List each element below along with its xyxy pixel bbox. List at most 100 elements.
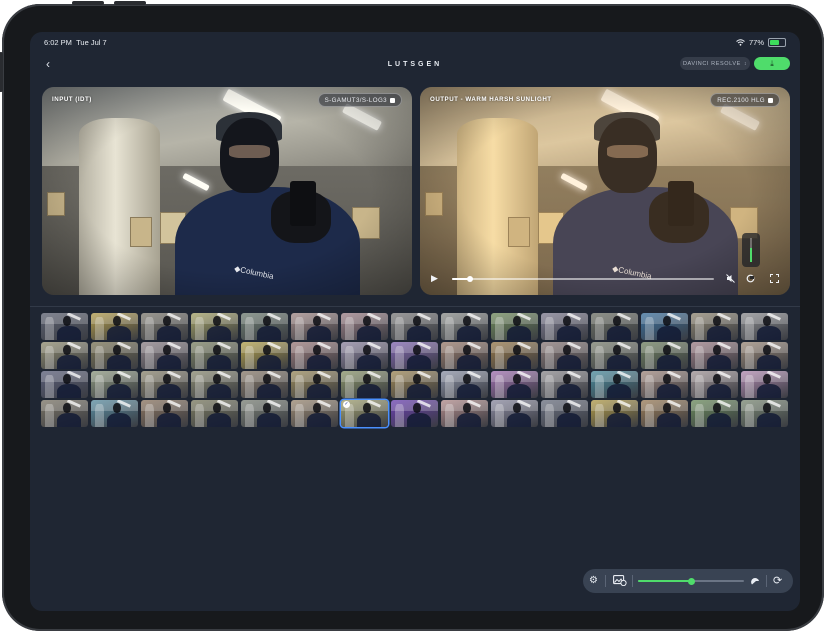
lut-thumbnail[interactable]: [691, 342, 738, 369]
lut-thumbnail[interactable]: [191, 342, 238, 369]
play-icon[interactable]: ▶: [431, 273, 438, 284]
bottom-toolbar: ⚙ ⟳: [583, 569, 793, 593]
lut-thumbnail[interactable]: [141, 371, 188, 398]
lut-thumbnail[interactable]: [191, 313, 238, 340]
lut-thumbnail[interactable]: [641, 313, 688, 340]
lut-thumbnail[interactable]: [741, 342, 788, 369]
chevron-updown-icon: ↕: [743, 60, 748, 67]
download-icon: ⤓: [770, 58, 774, 68]
lut-thumbnail[interactable]: [591, 400, 638, 427]
lut-thumbnail[interactable]: [591, 342, 638, 369]
ipad-frame: 6:02 PM Tue Jul 7 77% ‹ LUTSGEN DAVINCI …: [0, 1, 824, 631]
lut-thumbnail[interactable]: [191, 371, 238, 398]
lut-thumbnail[interactable]: [741, 313, 788, 340]
checkmark-icon: ✓: [343, 401, 350, 408]
toolbar-separator: [766, 575, 767, 587]
lut-thumbnail[interactable]: [441, 400, 488, 427]
photo-settings-icon[interactable]: [613, 575, 627, 586]
output-colorspace: REC.2100 HLG: [717, 96, 765, 104]
lut-thumbnail[interactable]: [141, 342, 188, 369]
lut-thumbnail[interactable]: [491, 371, 538, 398]
status-bar: 6:02 PM Tue Jul 7 77%: [30, 32, 800, 52]
battery-icon: [768, 38, 786, 47]
lut-intensity-slider[interactable]: [638, 577, 744, 585]
lut-thumbnail[interactable]: [491, 400, 538, 427]
lut-thumbnail[interactable]: [691, 400, 738, 427]
input-colorspace-pill[interactable]: S-GAMUT3/S-LOG3: [317, 93, 402, 107]
target-app-label: DAVINCI RESOLVE: [682, 60, 741, 67]
lut-thumbnail[interactable]: [91, 313, 138, 340]
input-label: INPUT (IDT): [52, 96, 92, 103]
fullscreen-icon[interactable]: [770, 274, 779, 283]
output-label: OUTPUT - WARM HARSH SUNLIGHT: [430, 96, 552, 103]
volume-slider[interactable]: [742, 233, 760, 267]
lut-thumbnail[interactable]: [91, 400, 138, 427]
lut-thumbnail[interactable]: ✓: [341, 400, 388, 427]
lut-thumbnail[interactable]: [391, 342, 438, 369]
lut-thumbnail[interactable]: [391, 371, 438, 398]
lut-thumbnail[interactable]: [691, 371, 738, 398]
target-app-dropdown[interactable]: DAVINCI RESOLVE ↕: [680, 57, 750, 70]
app-screen: 6:02 PM Tue Jul 7 77% ‹ LUTSGEN DAVINCI …: [30, 32, 800, 611]
lut-thumbnail[interactable]: [241, 400, 288, 427]
lut-thumbnail[interactable]: [41, 400, 88, 427]
stop-icon: [390, 97, 395, 103]
lut-thumbnail[interactable]: [441, 371, 488, 398]
lut-thumbnail[interactable]: [41, 313, 88, 340]
lut-thumbnail[interactable]: [291, 313, 338, 340]
lut-thumbnail[interactable]: [691, 313, 738, 340]
lut-thumbnail[interactable]: [741, 400, 788, 427]
playback-scrubber[interactable]: [452, 276, 714, 282]
lut-thumbnail[interactable]: [341, 371, 388, 398]
lut-thumbnail[interactable]: [341, 342, 388, 369]
lut-thumbnail[interactable]: [541, 313, 588, 340]
lut-thumbnail[interactable]: [391, 400, 438, 427]
lut-thumbnail[interactable]: [91, 371, 138, 398]
lut-thumbnail[interactable]: [241, 313, 288, 340]
lut-thumbnail[interactable]: [491, 342, 538, 369]
lut-thumbnail[interactable]: [291, 342, 338, 369]
navigation-bar: ‹ LUTSGEN DAVINCI RESOLVE ↕ ⤓: [30, 52, 800, 76]
mute-icon[interactable]: [726, 274, 735, 283]
lut-thumbnail[interactable]: [641, 371, 688, 398]
brightness-icon[interactable]: [750, 575, 761, 586]
input-preview: ◆Columbia INPUT (IDT) S-GAMUT3/S-LOG3: [42, 87, 412, 295]
lut-thumbnail[interactable]: [41, 342, 88, 369]
lut-thumbnail[interactable]: [591, 371, 638, 398]
side-button: [0, 52, 3, 92]
lut-thumbnail[interactable]: [241, 342, 288, 369]
lut-thumbnail[interactable]: [591, 313, 638, 340]
output-colorspace-pill[interactable]: REC.2100 HLG: [710, 93, 780, 107]
refresh-icon[interactable]: ⟳: [773, 574, 782, 588]
lut-thumbnail[interactable]: [541, 371, 588, 398]
lut-thumbnail[interactable]: [191, 400, 238, 427]
lut-thumbnail[interactable]: [91, 342, 138, 369]
status-time: 6:02 PM Tue Jul 7: [44, 38, 107, 47]
status-right: 77%: [736, 38, 786, 47]
input-image: ◆Columbia: [42, 87, 412, 295]
lut-thumbnail[interactable]: [141, 313, 188, 340]
lut-thumbnail[interactable]: [441, 313, 488, 340]
output-preview: ◆Columbia OUTPUT - WARM HARSH SUNLIGHT R…: [420, 87, 790, 295]
output-image: ◆Columbia: [420, 87, 790, 295]
stop-icon: [768, 97, 773, 103]
lut-thumbnail[interactable]: [491, 313, 538, 340]
lut-thumbnail[interactable]: [741, 371, 788, 398]
lut-thumbnail[interactable]: [541, 400, 588, 427]
lut-thumbnail[interactable]: [541, 342, 588, 369]
lut-thumbnail[interactable]: [641, 342, 688, 369]
lut-thumbnail[interactable]: [441, 342, 488, 369]
lut-thumbnail[interactable]: [241, 371, 288, 398]
lut-thumbnail[interactable]: [41, 371, 88, 398]
lut-thumbnail[interactable]: [641, 400, 688, 427]
lut-thumbnail[interactable]: [291, 371, 338, 398]
lut-thumbnail[interactable]: [291, 400, 338, 427]
export-button[interactable]: ⤓: [754, 57, 790, 70]
battery-percent: 77%: [748, 38, 764, 47]
lut-thumbnail[interactable]: [391, 313, 438, 340]
airplay-icon[interactable]: [746, 274, 755, 283]
gear-icon[interactable]: ⚙: [589, 574, 598, 588]
lut-thumbnail[interactable]: [341, 313, 388, 340]
lut-thumbnail[interactable]: [141, 400, 188, 427]
toolbar-separator: [605, 575, 606, 587]
